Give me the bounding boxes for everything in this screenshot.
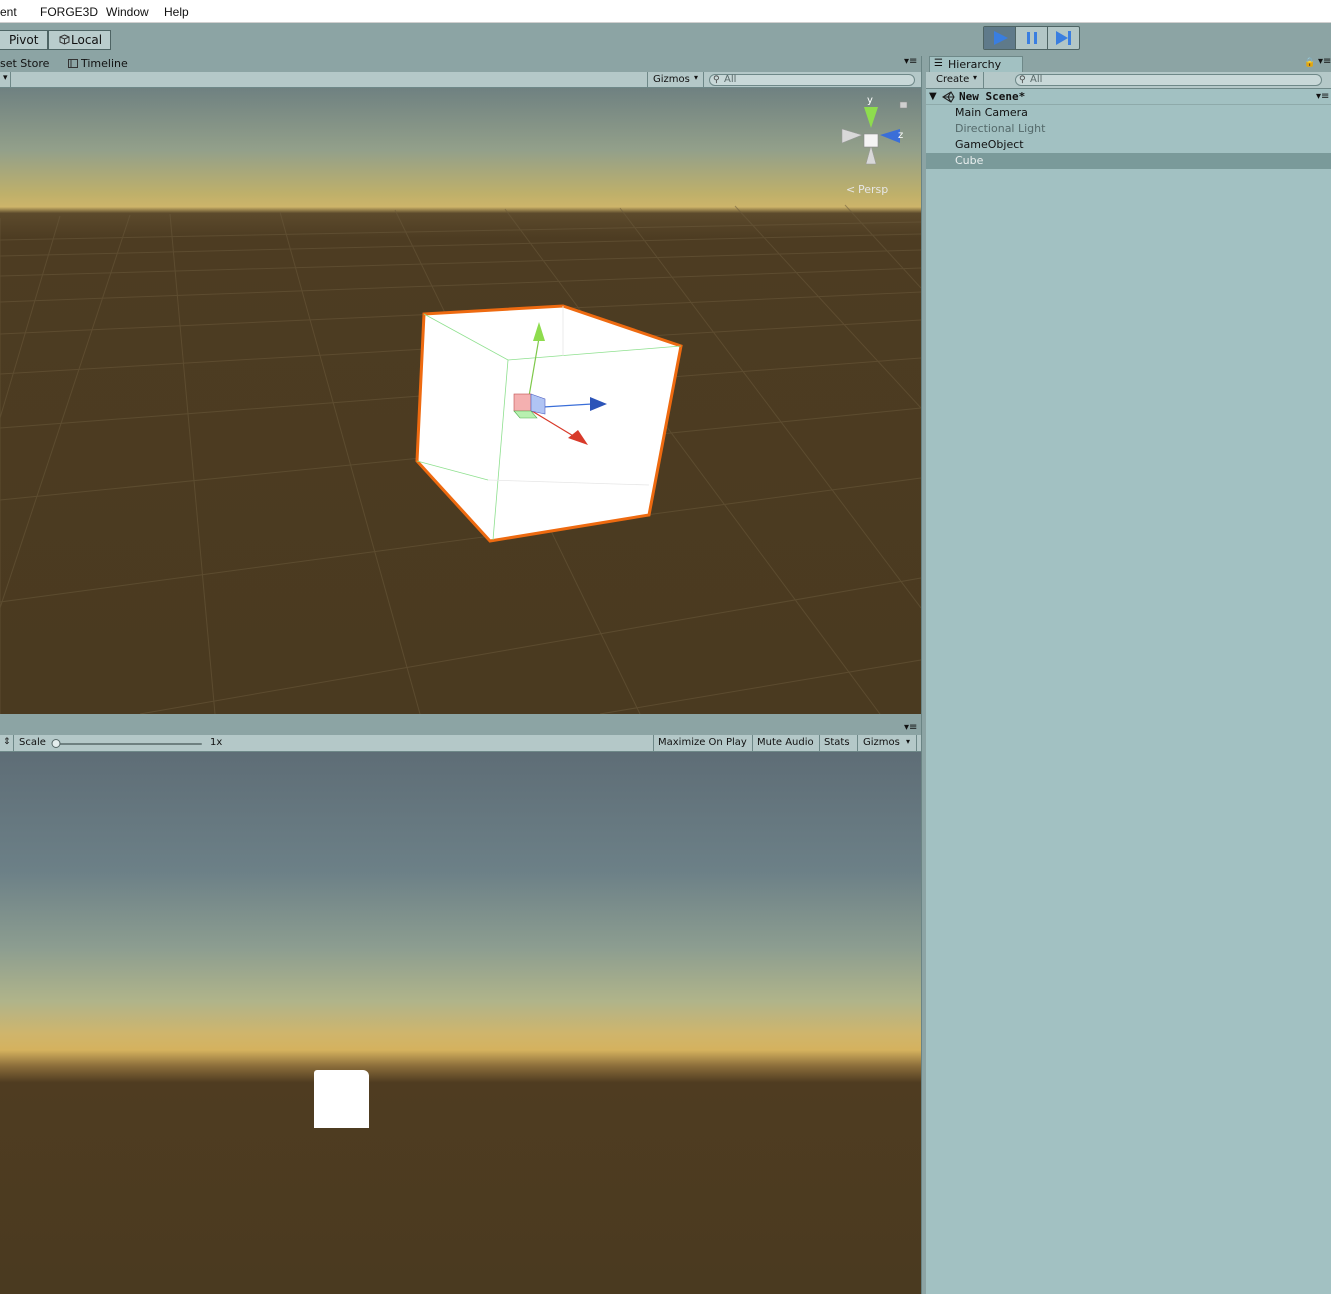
hierarchy-item-main-camera[interactable]: Main Camera [926, 105, 1331, 121]
local-toggle-button[interactable]: Local [48, 30, 111, 50]
hierarchy-item-label: Cube [955, 154, 984, 167]
scale-slider[interactable] [51, 739, 202, 748]
scene-root-row[interactable]: ▼ New Scene* ▾≡ [926, 89, 1331, 105]
maximize-on-play-toggle[interactable]: Maximize On Play [658, 737, 747, 748]
scale-value: 1x [210, 737, 223, 748]
hierarchy-search-input[interactable]: ⚲ All [1015, 74, 1322, 86]
scene-menu-icon[interactable]: ▾≡ [1316, 89, 1329, 105]
hierarchy-item-label: Directional Light [955, 122, 1046, 135]
scene-search-input[interactable]: ⚲ All [709, 74, 915, 86]
play-button[interactable] [984, 27, 1016, 49]
menu-window[interactable]: Window [106, 5, 149, 19]
scene-gizmos-dropdown[interactable]: Gizmos [653, 74, 690, 85]
tab-asset-store[interactable]: set Store [0, 57, 49, 70]
cube-object[interactable] [415, 304, 683, 543]
display-stepper-icon[interactable]: ⇕ [3, 737, 11, 747]
hierarchy-tab-label: Hierarchy [948, 58, 1002, 71]
scene-name: New Scene* [959, 90, 1026, 103]
scale-slider-thumb[interactable] [51, 739, 61, 748]
mute-audio-toggle[interactable]: Mute Audio [757, 737, 814, 748]
menu-component[interactable]: ent [0, 5, 17, 19]
hierarchy-search-placeholder: All [1030, 74, 1043, 85]
unity-scene-icon [942, 91, 955, 103]
gizmo-z-label: z [898, 130, 904, 141]
game-tab-bar: ▾≡ [0, 714, 921, 735]
persp-label[interactable]: Persp [858, 183, 888, 196]
scene-viewport[interactable]: y z < Persp [0, 88, 921, 714]
scene-search-placeholder: All [724, 74, 737, 85]
scene-canvas [0, 101, 921, 714]
tab-menu-icon[interactable]: ▾≡ [904, 56, 917, 67]
game-viewport[interactable] [0, 752, 921, 1294]
scene-toolbar: ▾ Gizmos ▾ ⚲ All [0, 72, 921, 88]
hierarchy-item-label: GameObject [955, 138, 1024, 151]
hierarchy-item-label: Main Camera [955, 106, 1028, 119]
local-cube-icon [59, 34, 70, 45]
hierarchy-list-icon: ☰ [934, 58, 943, 69]
pause-button[interactable] [1016, 27, 1048, 49]
tab-hierarchy[interactable]: ☰ Hierarchy [929, 56, 1023, 72]
hierarchy-item-cube[interactable]: Cube [926, 153, 1331, 169]
main-toolbar: Pivot Local [0, 23, 1331, 56]
play-controls [983, 26, 1080, 50]
game-cube [314, 1070, 369, 1128]
scale-label: Scale [19, 737, 46, 748]
lock-icon[interactable] [899, 101, 908, 109]
tab-timeline[interactable]: Timeline [81, 57, 128, 70]
pivot-toggle-button[interactable]: Pivot [0, 30, 48, 50]
hierarchy-item-directional-light[interactable]: Directional Light [926, 121, 1331, 137]
timeline-icon [68, 59, 78, 68]
game-gizmos-arrow-icon: ▾ [906, 737, 911, 746]
menu-help[interactable]: Help [164, 5, 189, 19]
game-tab-menu-icon[interactable]: ▾≡ [904, 722, 917, 733]
persp-back-icon: < [846, 183, 856, 196]
menu-forge3d[interactable]: FORGE3D [40, 5, 98, 19]
search-icon: ⚲ [1019, 75, 1026, 85]
search-icon: ⚲ [713, 75, 720, 85]
local-label: Local [71, 33, 103, 47]
hierarchy-lock-icon[interactable]: 🔒 [1304, 58, 1315, 68]
create-dropdown[interactable]: Create [936, 74, 969, 85]
hierarchy-panel [926, 56, 1331, 1294]
play-icon [994, 31, 1008, 45]
step-button[interactable] [1048, 27, 1080, 49]
expand-arrow-icon[interactable]: ▼ [929, 89, 937, 105]
game-toolbar: ⇕ Scale 1x Maximize On Play Mute Audio S… [0, 735, 921, 752]
game-gizmos-dropdown[interactable]: Gizmos [863, 737, 900, 748]
hierarchy-menu-icon[interactable]: ▾≡ [1318, 56, 1331, 67]
create-arrow-icon: ▾ [973, 73, 978, 82]
gizmo-y-label: y [867, 95, 873, 106]
hierarchy-toolbar: Create ▾ ⚲ All [926, 72, 1331, 89]
hierarchy-item-gameobject[interactable]: GameObject [926, 137, 1331, 153]
pivot-label: Pivot [9, 33, 39, 47]
menu-bar: ent FORGE3D Window Help [0, 0, 1331, 23]
scene-gizmos-arrow-icon: ▾ [694, 73, 699, 82]
pause-icon [1027, 32, 1037, 44]
step-icon [1056, 31, 1071, 45]
scene-tab-bar: set Store Timeline ▾≡ [0, 56, 921, 72]
shading-dropdown-arrow-icon[interactable]: ▾ [3, 73, 8, 83]
stats-toggle[interactable]: Stats [824, 737, 850, 748]
